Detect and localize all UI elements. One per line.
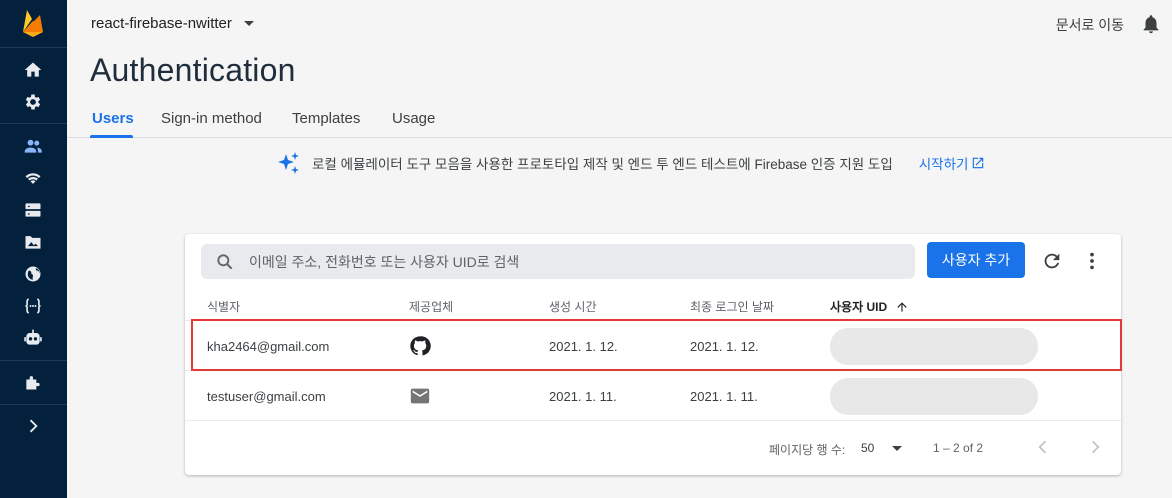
column-header-provider[interactable]: 제공업체: [409, 298, 453, 315]
tab-sign-in-method[interactable]: Sign-in method: [161, 110, 262, 127]
table-header: 식별자 제공업체 생성 시간 최종 로그인 날짜 사용자 UID: [185, 292, 1121, 318]
chevron-right-icon[interactable]: [22, 415, 44, 437]
search-bar[interactable]: [201, 244, 915, 279]
firebase-logo-icon[interactable]: [20, 8, 46, 38]
row-uid-redacted: [830, 378, 1038, 415]
top-bar: react-firebase-nwitter 문서로 이동: [67, 0, 1172, 48]
column-header-uid-label: 사용자 UID: [830, 300, 888, 314]
add-user-button[interactable]: 사용자 추가: [927, 242, 1025, 278]
row-last-login: 2021. 1. 12.: [690, 339, 759, 354]
rows-per-page-label: 페이지당 행 수:: [769, 443, 846, 457]
users-card: 사용자 추가 식별자 제공업체 생성 시간 최종 로그인 날짜 사용자 UID …: [185, 234, 1122, 475]
column-header-last-login[interactable]: 최종 로그인 날짜: [690, 298, 774, 315]
project-name: react-firebase-nwitter: [91, 15, 232, 32]
active-tab-indicator: [90, 135, 133, 138]
column-header-uid[interactable]: 사용자 UID: [830, 298, 909, 315]
globe-hosting-icon[interactable]: [22, 263, 44, 285]
github-icon: [409, 335, 431, 357]
image-folder-icon[interactable]: [22, 231, 44, 253]
home-icon[interactable]: [22, 59, 44, 81]
extensions-puzzle-icon[interactable]: [22, 371, 44, 393]
sparkle-icon: [278, 152, 299, 174]
search-icon: [217, 253, 233, 269]
email-icon: [409, 385, 431, 407]
page-range: 1 – 2 of 2: [933, 441, 984, 455]
caret-down-icon: [243, 21, 254, 26]
database-storage-icon[interactable]: [22, 199, 44, 221]
get-started-label: 시작하기: [918, 157, 969, 172]
settings-gear-icon[interactable]: [22, 91, 44, 113]
bell-notification-icon[interactable]: [1140, 13, 1162, 35]
row-last-login: 2021. 1. 11.: [690, 389, 758, 404]
table-row[interactable]: kha2464@gmail.com 2021. 1. 12. 2021. 1. …: [185, 320, 1121, 370]
tab-bar: Users Sign-in method Templates Usage: [67, 100, 1172, 138]
promo-text: 로컬 에뮬레이터 도구 모음을 사용한 프로토타입 제작 및 엔드 투 엔드 테…: [312, 157, 893, 172]
rail-divider: [0, 404, 67, 405]
column-header-created[interactable]: 생성 시간: [549, 298, 597, 315]
row-identifier: kha2464@gmail.com: [207, 339, 330, 354]
rail-divider: [0, 123, 67, 124]
row-uid-redacted: [830, 328, 1038, 365]
column-header-identifier[interactable]: 식별자: [207, 298, 240, 315]
search-input[interactable]: [249, 253, 849, 270]
get-started-link[interactable]: 시작하기: [919, 153, 986, 173]
row-created: 2021. 1. 11.: [549, 389, 617, 404]
project-selector[interactable]: react-firebase-nwitter: [91, 15, 254, 32]
row-identifier: testuser@gmail.com: [207, 389, 326, 404]
tab-templates[interactable]: Templates: [292, 110, 360, 127]
side-rail: [0, 0, 67, 498]
chevron-right-icon[interactable]: [1085, 437, 1105, 457]
rows-per-page-select[interactable]: 50: [861, 441, 903, 455]
sort-arrow-up-icon: [897, 301, 907, 312]
robot-ml-icon[interactable]: [22, 327, 44, 349]
tab-users[interactable]: Users: [92, 110, 134, 127]
realtime-stream-icon[interactable]: [22, 167, 44, 189]
functions-braces-icon[interactable]: [22, 295, 44, 317]
rail-divider: [0, 360, 67, 361]
authentication-users-icon[interactable]: [22, 135, 44, 157]
open-in-new-icon: [973, 157, 984, 169]
chevron-left-icon[interactable]: [1033, 437, 1053, 457]
caret-down-icon: [892, 445, 903, 451]
refresh-icon[interactable]: [1041, 250, 1063, 272]
rows-per-page-value: 50: [861, 441, 875, 455]
rail-divider: [0, 47, 67, 48]
table-pagination: 페이지당 행 수: 50 1 – 2 of 2: [185, 420, 1121, 475]
more-vert-icon[interactable]: [1081, 250, 1103, 272]
row-created: 2021. 1. 12.: [549, 339, 618, 354]
table-row[interactable]: testuser@gmail.com 2021. 1. 11. 2021. 1.…: [185, 370, 1121, 420]
emulator-promo-banner: 로컬 에뮬레이터 도구 모음을 사용한 프로토타입 제작 및 엔드 투 엔드 테…: [276, 150, 985, 176]
docs-link[interactable]: 문서로 이동: [1056, 15, 1124, 35]
page-title: Authentication: [90, 52, 296, 88]
tab-usage[interactable]: Usage: [392, 110, 435, 127]
